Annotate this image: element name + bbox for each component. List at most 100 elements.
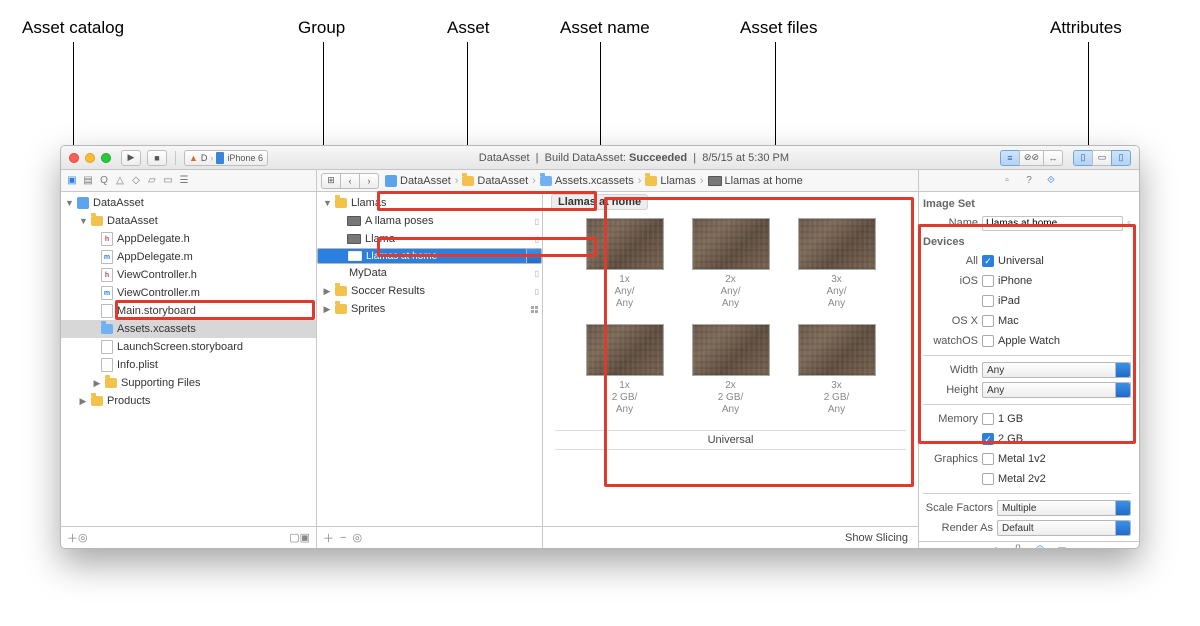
file-name: Info.plist — [117, 359, 158, 371]
group-row[interactable]: ▶Products — [61, 392, 316, 410]
show-slicing-button[interactable]: Show Slicing — [845, 532, 908, 544]
asset-group-row[interactable]: ▶Sprites — [317, 300, 542, 318]
recent-filter-icon[interactable]: ▢ — [289, 531, 299, 544]
mac-checkbox[interactable] — [982, 315, 994, 327]
mem1-checkbox[interactable] — [982, 413, 994, 425]
watch-label: Apple Watch — [998, 335, 1060, 347]
metal1-checkbox[interactable] — [982, 453, 994, 465]
image-slot[interactable]: 1x2 GB/ Any — [586, 324, 664, 416]
issue-navigator-icon[interactable]: △ — [113, 174, 127, 188]
tabbar: ▣ ▤ Q △ ◇ ▱ ▭ ☰ ⊞ ‹ › DataAsset › DataAs… — [61, 170, 1139, 192]
add-button[interactable]: ＋ — [67, 530, 78, 546]
slot-desc: Any/ Any — [826, 286, 846, 309]
project-row[interactable]: ▼DataAsset — [61, 194, 316, 212]
file-row[interactable]: LaunchScreen.storyboard — [61, 338, 316, 356]
group-row[interactable]: ▶Supporting Files — [61, 374, 316, 392]
file-name: AppDelegate.m — [117, 251, 193, 263]
watchos-label: watchOS — [923, 335, 978, 347]
asset-row[interactable]: MyData▯ — [317, 264, 542, 282]
toggle-navigator[interactable]: ▯ — [1073, 150, 1093, 166]
folder-icon — [91, 216, 103, 226]
stop-button[interactable]: ■ — [147, 150, 167, 166]
thumbnail — [692, 218, 770, 270]
attributes-inspector-icon[interactable]: ⟐ — [1044, 174, 1058, 188]
slot-scale: 2x — [725, 274, 736, 285]
add-asset-button[interactable]: ＋ — [323, 530, 334, 546]
iphone-checkbox[interactable] — [982, 275, 994, 287]
file-row[interactable]: Info.plist — [61, 356, 316, 374]
filter-icon[interactable]: ◎ — [78, 531, 88, 544]
watch-checkbox[interactable] — [982, 335, 994, 347]
ipad-label: iPad — [998, 295, 1020, 307]
asset-group-row[interactable]: ▶Soccer Results▯ — [317, 282, 542, 300]
remove-asset-button[interactable]: − — [340, 532, 346, 544]
nav-forward[interactable]: › — [359, 173, 379, 189]
scheme-selector[interactable]: ▲D › iPhone 6 — [184, 150, 268, 166]
assets-catalog-row[interactable]: Assets.xcassets — [61, 320, 316, 338]
debug-navigator-icon[interactable]: ▱ — [145, 174, 159, 188]
step-icon[interactable]: ◦ — [1127, 217, 1131, 229]
image-slot[interactable]: 2xAny/ Any — [692, 218, 770, 310]
width-select[interactable]: Any▲▼ — [982, 362, 1131, 378]
image-slot[interactable]: 3xAny/ Any — [798, 218, 876, 310]
height-label: Height — [923, 384, 978, 396]
group-row[interactable]: ▼DataAsset — [61, 212, 316, 230]
image-slot[interactable]: 2x2 GB/ Any — [692, 324, 770, 416]
imageset-icon — [347, 216, 361, 226]
callout-asset-name: Asset name — [560, 18, 650, 38]
editor-standard[interactable]: ≡ — [1000, 150, 1020, 166]
file-row[interactable]: hAppDelegate.h — [61, 230, 316, 248]
file-name: Assets.xcassets — [117, 323, 196, 335]
file-row[interactable]: mAppDelegate.m — [61, 248, 316, 266]
iphone-label: iPhone — [998, 275, 1032, 287]
metal1-label: Metal 1v2 — [998, 453, 1046, 465]
file-row[interactable]: mViewController.m — [61, 284, 316, 302]
jump-bar[interactable]: DataAsset › DataAsset › Assets.xcassets … — [379, 175, 803, 187]
scale-select[interactable]: Multiple▲▼ — [997, 500, 1131, 516]
run-button[interactable]: ▶ — [121, 150, 141, 166]
name-field[interactable] — [982, 216, 1123, 231]
object-library-icon[interactable]: ◎ — [1033, 542, 1047, 549]
media-library-icon[interactable]: ▭ — [1055, 542, 1069, 549]
related-items[interactable]: ⊞ — [321, 173, 341, 189]
folder-icon — [105, 378, 117, 388]
report-navigator-icon[interactable]: ☰ — [177, 174, 191, 188]
bc-asset: Llamas at home — [725, 175, 803, 187]
render-select[interactable]: Default▲▼ — [997, 520, 1131, 536]
file-row[interactable]: Main.storyboard — [61, 302, 316, 320]
file-inspector-icon[interactable]: ▫ — [1000, 174, 1014, 188]
file-template-icon[interactable]: ▫ — [989, 542, 1003, 549]
filter-icon[interactable]: ◎ — [352, 531, 362, 544]
asset-row-selected[interactable]: Llamas at home▯ — [317, 248, 542, 264]
group-name: Products — [107, 395, 150, 407]
quickhelp-inspector-icon[interactable]: ? — [1022, 174, 1036, 188]
group-label: Llamas — [351, 197, 386, 209]
scm-filter-icon[interactable]: ▣ — [300, 531, 310, 544]
asset-group-row[interactable]: ▼Llamas — [317, 194, 542, 212]
project-navigator-icon[interactable]: ▣ — [65, 174, 79, 188]
zoom-window[interactable] — [101, 153, 111, 163]
asset-row[interactable]: Llama▯ — [317, 230, 542, 248]
asset-name-header: Llamas at home — [543, 192, 918, 212]
image-slot[interactable]: 3x2 GB/ Any — [798, 324, 876, 416]
toggle-utilities[interactable]: ▯ — [1111, 150, 1131, 166]
editor-assistant[interactable]: ⊘⊘ — [1019, 150, 1044, 166]
mem2-checkbox[interactable]: ✓ — [982, 433, 994, 445]
minimize-window[interactable] — [85, 153, 95, 163]
metal2-checkbox[interactable] — [982, 473, 994, 485]
ipad-checkbox[interactable] — [982, 295, 994, 307]
toggle-debug[interactable]: ▭ — [1092, 150, 1112, 166]
breakpoint-navigator-icon[interactable]: ▭ — [161, 174, 175, 188]
editor-version[interactable]: ↔ — [1043, 150, 1063, 166]
code-snippet-icon[interactable]: {} — [1011, 542, 1025, 549]
universal-checkbox[interactable]: ✓ — [982, 255, 994, 267]
nav-back[interactable]: ‹ — [340, 173, 360, 189]
file-row[interactable]: hViewController.h — [61, 266, 316, 284]
find-navigator-icon[interactable]: Q — [97, 174, 111, 188]
height-select[interactable]: Any▲▼ — [982, 382, 1131, 398]
close-window[interactable] — [69, 153, 79, 163]
test-navigator-icon[interactable]: ◇ — [129, 174, 143, 188]
symbol-navigator-icon[interactable]: ▤ — [81, 174, 95, 188]
image-slot[interactable]: 1xAny/ Any — [586, 218, 664, 310]
asset-row[interactable]: A llama poses▯ — [317, 212, 542, 230]
